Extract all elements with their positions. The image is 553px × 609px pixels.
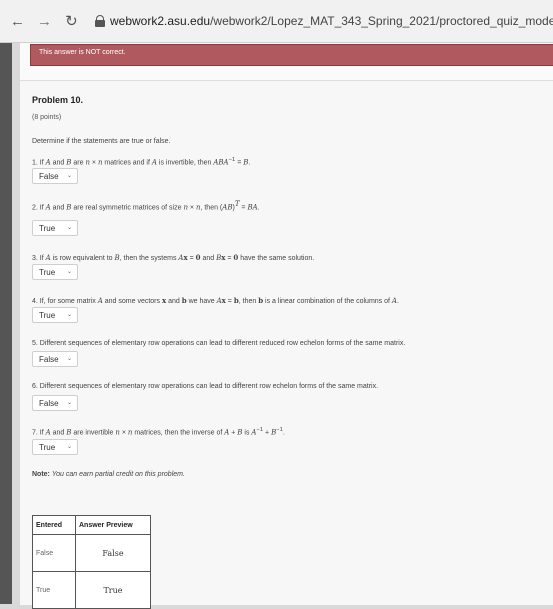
chevron-down-icon: ⌄ [66, 356, 72, 362]
page-content: This answer is NOT correct. Problem 10. … [20, 43, 553, 609]
question-4: 4. If, for some matrix A and some vector… [32, 296, 399, 305]
answer-select-3[interactable]: True ⌄ [32, 264, 78, 280]
answer-select-4[interactable]: True ⌄ [32, 307, 78, 323]
answer-value-6: False [39, 399, 59, 408]
answer-value-1: False [39, 172, 59, 181]
answer-value-7: True [39, 443, 56, 452]
chevron-down-icon: ⌄ [66, 269, 72, 275]
answer-preview-table: Entered Answer Preview False False True … [32, 515, 151, 609]
forward-arrow-icon[interactable]: → [37, 13, 52, 30]
answer-select-6[interactable]: False ⌄ [32, 395, 78, 411]
chevron-down-icon: ⌄ [66, 312, 72, 318]
question-1: 1. If A and B are n × n matrices and if … [32, 157, 251, 167]
lock-icon [94, 15, 105, 27]
answer-value-4: True [39, 311, 56, 320]
answer-value-3: True [39, 268, 56, 277]
problem-points: (8 points) [32, 114, 62, 121]
table-row: True True [32, 571, 151, 609]
answer-select-5[interactable]: False ⌄ [32, 351, 78, 367]
back-arrow-icon[interactable]: ← [10, 13, 25, 30]
incorrect-answer-banner: This answer is NOT correct. [30, 44, 553, 66]
question-3: 3. If A is row equivalent to B, then the… [32, 253, 315, 262]
banner-text: This answer is NOT correct. [39, 49, 126, 56]
browser-toolbar: ← → ↻ webwork2.asu.edu/webwork2/Lopez_MA… [0, 0, 553, 43]
reload-icon[interactable]: ↻ [64, 12, 79, 30]
chevron-down-icon: ⌄ [66, 173, 72, 179]
problem-title: Problem 10. [32, 95, 84, 105]
url-path: /webwork2/Lopez_MAT_343_Spring_2021/proc… [210, 14, 553, 28]
entered-cell: True [32, 571, 76, 609]
problem-intro: Determine if the statements are true or … [32, 138, 171, 145]
answer-value-2: True [39, 224, 56, 233]
table-row: False False [32, 534, 151, 572]
chevron-down-icon: ⌄ [66, 400, 72, 406]
left-edge [0, 43, 12, 604]
question-7: 7. If A and B are invertible n × n matri… [32, 427, 285, 437]
answer-select-2[interactable]: True ⌄ [32, 220, 78, 236]
chevron-down-icon: ⌄ [66, 225, 72, 231]
question-5: 5. Different sequences of elementary row… [32, 340, 406, 347]
question-2: 2. If A and B are real symmetric matrice… [32, 200, 260, 212]
address-bar[interactable]: webwork2.asu.edu/webwork2/Lopez_MAT_343_… [110, 14, 553, 28]
header-entered: Entered [32, 515, 76, 535]
answer-value-5: False [39, 355, 59, 364]
preview-cell: True [75, 571, 151, 609]
entered-cell: False [32, 534, 76, 572]
partial-credit-note: Note: You can earn partial credit on thi… [32, 471, 185, 478]
url-host: webwork2.asu.edu [110, 14, 211, 28]
chevron-down-icon: ⌄ [66, 444, 72, 450]
answer-select-1[interactable]: False ⌄ [32, 168, 78, 184]
header-answer-preview: Answer Preview [75, 515, 151, 535]
problem-panel: Problem 10. (8 points) Determine if the … [20, 80, 553, 609]
preview-cell: False [75, 534, 151, 572]
table-header-row: Entered Answer Preview [32, 515, 151, 535]
question-6: 6. Different sequences of elementary row… [32, 383, 379, 390]
answer-select-7[interactable]: True ⌄ [32, 439, 78, 455]
